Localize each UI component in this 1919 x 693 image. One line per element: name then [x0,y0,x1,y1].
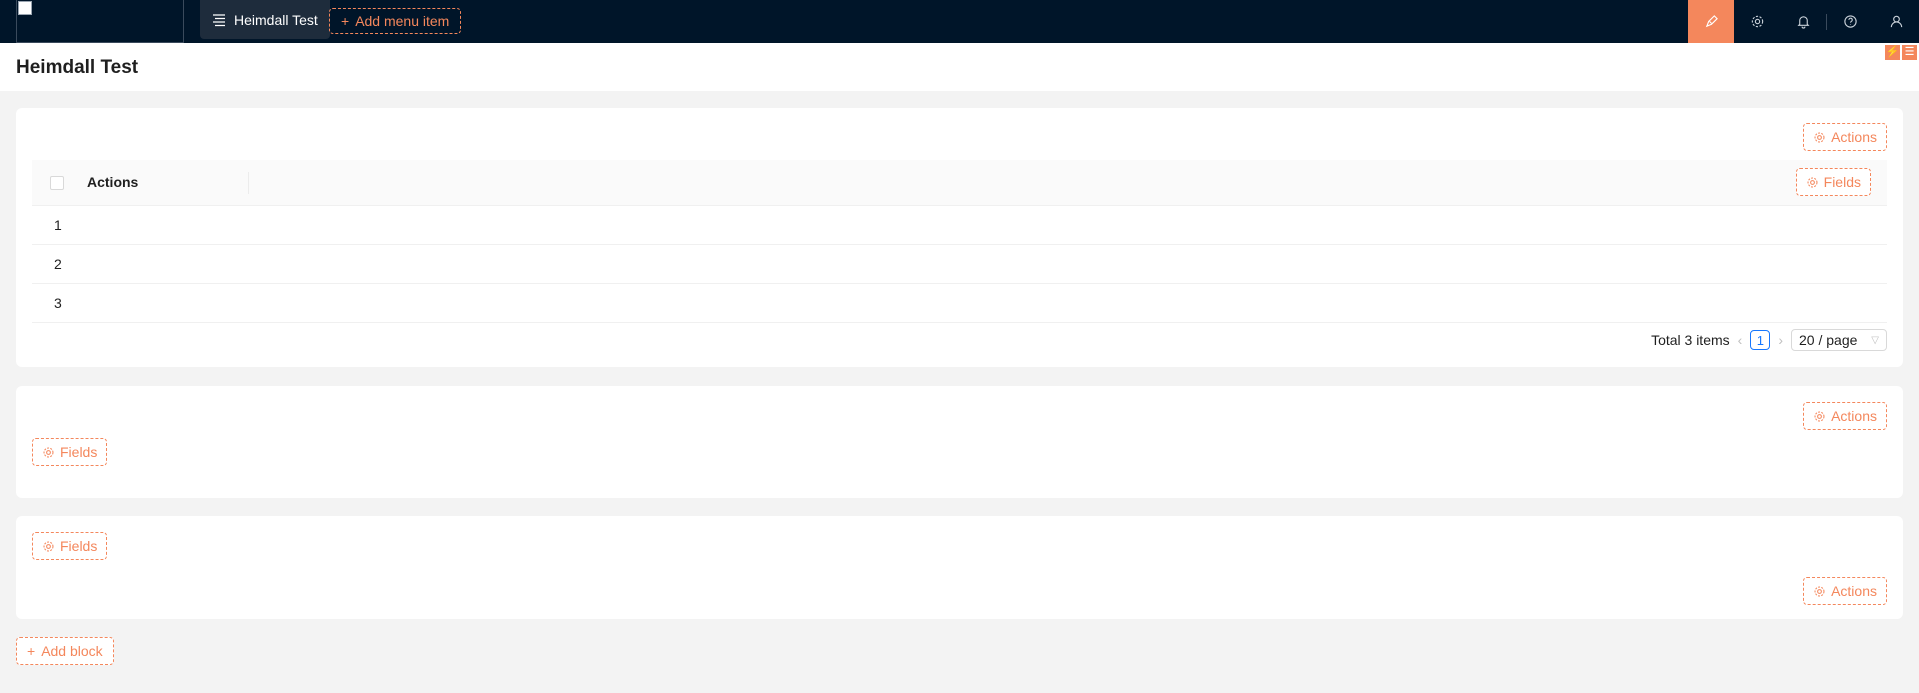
top-right-toolbar [1688,0,1919,43]
ui-editor-button[interactable] [1688,0,1734,43]
column-header-actions: Actions [87,174,139,190]
pagination: Total 3 items ‹ 1 › 20 / page ▽ [1651,329,1887,351]
highlighter-icon [1705,15,1718,28]
column-divider [248,172,249,194]
actions-label: Actions [1831,129,1877,145]
add-block-button[interactable]: + Add block [16,637,114,665]
plus-icon: + [27,643,36,659]
table-row[interactable]: 2 [32,245,1887,284]
fields-button[interactable]: Fields [1795,168,1871,196]
actions-button[interactable]: Actions [1803,577,1887,605]
add-block-label: Add block [41,643,103,659]
bell-icon [1796,16,1810,29]
actions-button[interactable]: Actions [1803,402,1887,430]
table-header: Actions Fields [32,160,1887,206]
menu-item-label: Heimdall Test [234,11,318,28]
row-index: 2 [54,256,62,272]
gear-icon [1814,132,1825,142]
prev-page-icon[interactable]: ‹ [1738,332,1743,348]
gear-icon [1751,15,1763,28]
table-block: Actions Actions Fields 1 2 3 Total 3 ite… [16,108,1903,367]
next-page-icon[interactable]: › [1778,332,1783,348]
form-block: Fields Actions [16,516,1903,619]
gear-icon [43,541,54,551]
details-block: Actions Fields [16,386,1903,498]
menu-item-heimdall-test[interactable]: Heimdall Test [200,0,330,39]
menu-icon[interactable]: ☰ [1902,45,1917,60]
logo[interactable] [16,0,184,43]
row-index: 3 [54,295,62,311]
top-navigation-bar: Heimdall Test + Add menu item [0,0,1919,43]
user-menu-button[interactable] [1873,0,1919,43]
question-circle-icon [1843,15,1857,28]
plus-icon: + [341,13,350,29]
page-header: Heimdall Test ⚡ ☰ [0,43,1919,91]
gear-icon [1814,411,1825,421]
user-icon [1890,15,1902,28]
lightning-icon[interactable]: ⚡ [1885,45,1900,60]
broken-image-icon [18,1,32,15]
actions-button[interactable]: Actions [1803,123,1887,151]
row-index: 1 [54,217,62,233]
fields-label: Fields [1823,174,1861,190]
gear-icon [1807,177,1818,187]
page-number-current[interactable]: 1 [1750,330,1771,350]
help-button[interactable] [1827,0,1873,43]
menu-lines-icon [213,13,225,26]
gear-icon [1814,586,1825,596]
page-size-select[interactable]: 20 / page ▽ [1791,329,1887,351]
table-row[interactable]: 1 [32,206,1887,245]
page-size-value: 20 / page [1799,332,1858,348]
notifications-button[interactable] [1780,0,1826,43]
select-all-checkbox[interactable] [50,176,64,190]
page-corner-tools: ⚡ ☰ [1885,45,1917,60]
add-menu-item-label: Add menu item [355,13,450,29]
settings-button[interactable] [1734,0,1780,43]
total-items-text: Total 3 items [1651,332,1730,348]
fields-button[interactable]: Fields [32,532,108,560]
actions-label: Actions [1831,583,1877,599]
page-title: Heimdall Test [16,57,139,78]
add-menu-item-button[interactable]: + Add menu item [329,8,462,34]
chevron-down-icon: ▽ [1871,334,1879,346]
fields-label: Fields [60,444,98,460]
gear-icon [43,447,54,457]
actions-label: Actions [1831,408,1877,424]
table-row[interactable]: 3 [32,284,1887,323]
fields-button[interactable]: Fields [32,438,108,466]
fields-label: Fields [60,538,98,554]
